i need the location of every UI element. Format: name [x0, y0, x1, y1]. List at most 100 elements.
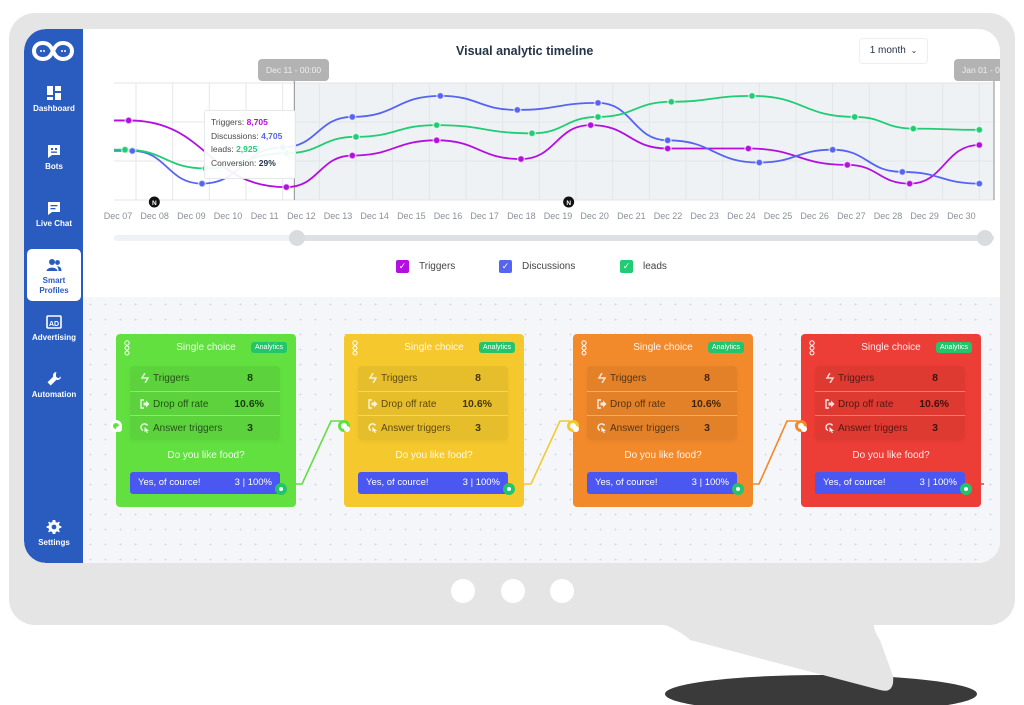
stat-label: Triggers — [153, 373, 190, 384]
legend-item-triggers[interactable]: ✓ Triggers — [396, 260, 455, 273]
legend-item-leads[interactable]: ✓ leads — [620, 260, 667, 273]
legend-label: leads — [643, 261, 667, 272]
click-icon — [140, 423, 149, 434]
legend-label: Triggers — [419, 261, 456, 272]
analytics-badge[interactable]: Analytics — [707, 342, 744, 353]
data-point — [128, 146, 137, 156]
data-point — [516, 154, 526, 164]
stat-label: Answer triggers — [838, 423, 908, 435]
stat-value: 10.6% — [462, 397, 492, 410]
card-question: Do you like food? — [624, 450, 702, 461]
x-tick-label: Dec 14 — [360, 211, 389, 221]
output-port[interactable] — [960, 483, 972, 495]
stat-row-answer-triggers: Answer triggers 3 — [358, 415, 508, 440]
note-marker-label: N — [566, 200, 571, 207]
legend-item-discussions[interactable]: ✓ Discussions — [499, 260, 575, 273]
output-port[interactable] — [503, 483, 515, 495]
stat-row-answer-triggers: Answer triggers 3 — [587, 415, 737, 440]
answer-option[interactable]: Yes, of cource! 3 | 100% — [130, 472, 280, 494]
app-screen: Dashboard Bots Live Chat Smart Profiles … — [24, 29, 1000, 563]
data-point — [124, 116, 133, 125]
data-point — [898, 167, 907, 177]
output-port[interactable] — [275, 483, 287, 495]
x-tick-label: Dec 15 — [397, 211, 426, 221]
stat-label: Answer triggers — [153, 423, 223, 435]
data-point — [527, 129, 537, 138]
answer-option[interactable]: Yes, of cource! 3 | 100% — [358, 472, 508, 494]
card-question: Do you like food? — [167, 450, 245, 461]
data-point — [348, 151, 357, 160]
card-question: Do you like food? — [395, 450, 473, 461]
stat-row-triggers: Triggers 8 — [815, 366, 965, 391]
range-slider-end-handle[interactable] — [977, 230, 993, 246]
stat-row-triggers: Triggers 8 — [358, 366, 508, 391]
data-point — [432, 120, 441, 130]
answer-count: 3 | 100% — [919, 477, 957, 488]
stat-row-drop-off: Drop off rate 10.6% — [130, 390, 280, 416]
triggers-icon — [140, 373, 150, 383]
stat-value: 10.6% — [919, 397, 949, 410]
selected-range-area — [294, 83, 994, 200]
flow-card[interactable]: Single choice Analytics Triggers 8 Drop o… — [110, 334, 296, 507]
stat-value: 10.6% — [234, 397, 264, 410]
range-end-label: Jan 01 - 00:00 — [954, 59, 1000, 81]
note-marker-label: N — [152, 200, 157, 207]
stat-value: 8 — [475, 372, 481, 384]
click-icon — [597, 423, 606, 434]
data-point — [282, 182, 291, 192]
analytics-badge[interactable]: Analytics — [935, 342, 972, 353]
flow-card[interactable]: Single choice Analytics Triggers 8 Drop o… — [338, 334, 524, 507]
data-point — [975, 140, 984, 150]
checkbox-checked-icon: ✓ — [396, 260, 409, 273]
data-point — [436, 91, 445, 101]
stat-label: Drop off rate — [153, 398, 209, 410]
x-tick-label: Dec 09 — [177, 211, 206, 221]
triggers-icon — [597, 373, 607, 383]
data-point — [667, 97, 676, 106]
data-point — [747, 91, 757, 101]
flow-card[interactable]: Single choice Analytics Triggers 8 Drop o… — [795, 334, 981, 507]
range-slider-start-handle[interactable] — [289, 230, 305, 246]
legend-label: Discussions — [522, 261, 576, 272]
x-tick-label: Dec 25 — [764, 211, 793, 221]
tooltip-leads: leads: 2,925 — [211, 144, 258, 154]
range-slider-unselected — [114, 235, 297, 241]
data-point — [351, 132, 361, 141]
stat-label: Answer triggers — [381, 423, 451, 435]
x-tick-label: Dec 23 — [690, 211, 719, 221]
analytics-badge[interactable]: Analytics — [478, 342, 515, 353]
answer-count: 3 | 100% — [462, 477, 500, 488]
monitor-button — [501, 579, 525, 603]
x-tick-label: Dec 13 — [324, 211, 353, 221]
exit-icon — [368, 398, 378, 409]
card-question: Do you like food? — [852, 450, 930, 461]
x-tick-label: Dec 08 — [140, 211, 169, 221]
flow-card[interactable]: Single choice Analytics Triggers 8 Drop o… — [567, 334, 753, 507]
data-point — [744, 144, 753, 153]
x-tick-label: Dec 29 — [910, 211, 939, 221]
output-port[interactable] — [732, 483, 744, 495]
x-tick-label: Dec 12 — [287, 211, 316, 221]
stat-value: 8 — [932, 372, 938, 384]
data-point — [975, 179, 984, 188]
tooltip-conversion: Conversion: 29% — [211, 157, 276, 168]
exit-icon — [140, 398, 150, 409]
range-slider-track[interactable] — [114, 235, 994, 241]
input-port[interactable] — [110, 420, 122, 432]
card-stats: Triggers 8 Drop off rate 10.6% Answer trig… — [130, 366, 280, 440]
exit-icon — [597, 398, 607, 409]
analytics-badge[interactable]: Analytics — [250, 342, 287, 353]
input-port[interactable] — [567, 420, 579, 432]
stat-row-drop-off: Drop off rate 10.6% — [358, 390, 508, 416]
answer-option[interactable]: Yes, of cource! 3 | 100% — [587, 472, 737, 494]
data-point — [513, 105, 522, 115]
stat-value: 3 — [475, 422, 481, 435]
input-port[interactable] — [795, 420, 807, 432]
x-tick-label: Dec 24 — [727, 211, 756, 221]
answer-option[interactable]: Yes, of cource! 3 | 100% — [815, 472, 965, 494]
exit-icon — [825, 398, 835, 409]
card-stats: Triggers 8 Drop off rate 10.6% Answer trig… — [587, 366, 737, 440]
x-tick-label: Dec 21 — [617, 211, 646, 221]
stat-value: 8 — [247, 372, 253, 384]
input-port[interactable] — [338, 420, 350, 432]
